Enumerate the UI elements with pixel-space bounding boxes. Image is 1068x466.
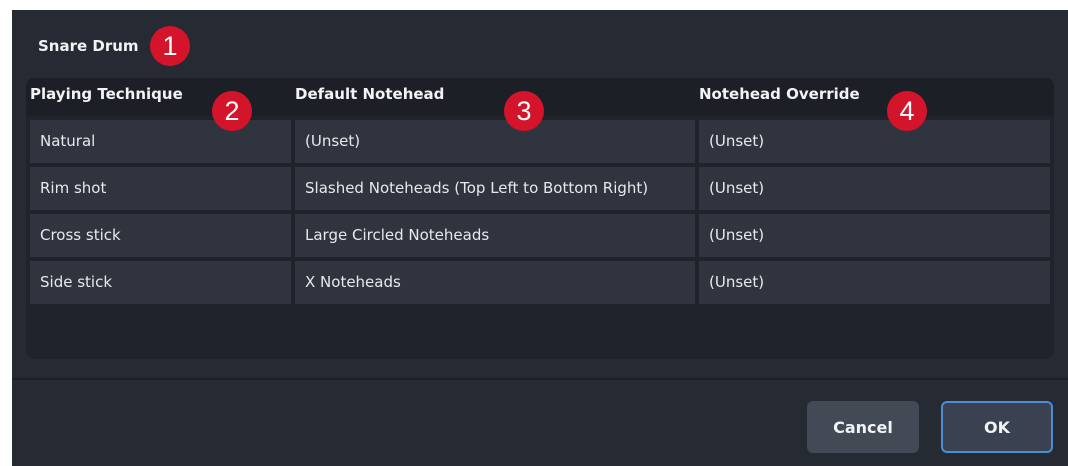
callout-badge-4: 4 [887, 91, 927, 131]
table-row[interactable]: Cross stick Large Circled Noteheads (Uns… [30, 214, 1050, 257]
column-header-playing-technique: Playing Technique [30, 85, 183, 103]
technique-cell: Rim shot [30, 167, 291, 210]
default-notehead-cell: Slashed Noteheads (Top Left to Bottom Ri… [295, 167, 695, 210]
default-notehead-cell: X Noteheads [295, 261, 695, 304]
notehead-override-cell[interactable]: (Unset) [699, 167, 1050, 210]
column-header-notehead-override: Notehead Override [699, 85, 860, 103]
technique-cell: Side stick [30, 261, 291, 304]
notehead-dialog: Snare Drum Playing Technique Default Not… [12, 10, 1068, 466]
ok-button[interactable]: OK [941, 401, 1053, 453]
technique-cell: Cross stick [30, 214, 291, 257]
notehead-override-cell[interactable]: (Unset) [699, 261, 1050, 304]
callout-badge-2: 2 [212, 91, 252, 131]
technique-cell: Natural [30, 120, 291, 163]
callout-badge-1: 1 [150, 26, 190, 66]
notehead-override-cell[interactable]: (Unset) [699, 214, 1050, 257]
notehead-override-cell[interactable]: (Unset) [699, 120, 1050, 163]
default-notehead-cell: Large Circled Noteheads [295, 214, 695, 257]
cancel-button[interactable]: Cancel [807, 401, 919, 453]
table-row[interactable]: Rim shot Slashed Noteheads (Top Left to … [30, 167, 1050, 210]
dialog-title: Snare Drum [38, 37, 139, 55]
footer-divider [12, 378, 1068, 380]
default-notehead-cell: (Unset) [295, 120, 695, 163]
callout-badge-3: 3 [504, 91, 544, 131]
table-row[interactable]: Side stick X Noteheads (Unset) [30, 261, 1050, 304]
column-header-default-notehead: Default Notehead [295, 85, 445, 103]
